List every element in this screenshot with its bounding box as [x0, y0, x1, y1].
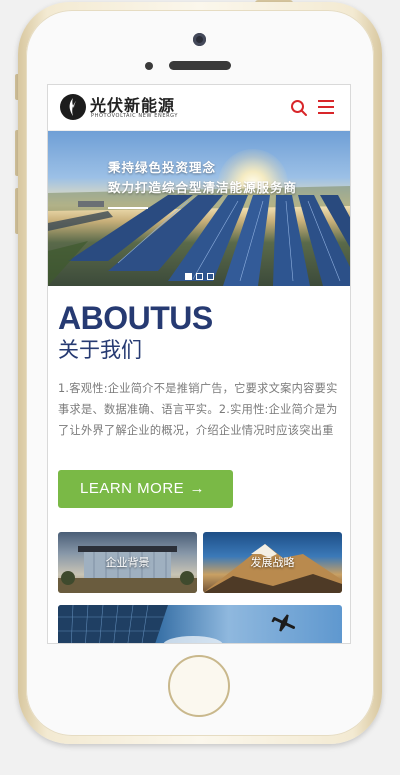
about-title-cn: 关于我们 — [58, 338, 142, 362]
learn-more-label: LEARN MORE — [80, 480, 185, 497]
learn-more-button[interactable]: LEARN MORE → — [58, 470, 233, 508]
earpiece-speaker — [169, 61, 231, 70]
solar-field-image — [48, 186, 350, 286]
banner-divider — [108, 207, 148, 209]
search-icon[interactable] — [290, 99, 308, 117]
logo-subtitle: PHOTOVOLTAIC NEW ENERGY — [91, 113, 179, 119]
proximity-sensor — [145, 62, 153, 70]
banner-headline-2: 致力打造综合型清洁能源服务商 — [108, 180, 298, 195]
tile-label-strategy: 发展战略 — [250, 556, 295, 569]
glass-tower-image — [58, 605, 296, 643]
front-camera — [193, 33, 206, 46]
tile-development-strategy[interactable]: 发展战略 — [203, 532, 342, 593]
site-header: 光伏新能源 PHOTOVOLTAIC NEW ENERGY — [48, 85, 350, 131]
about-description: 1.客观性:企业简介不是推销广告，它要求文案内容要实事求是、数据准确、语言平实。… — [58, 382, 338, 437]
about-title-en: ABOUTUS — [58, 300, 213, 336]
phone-screen: 光伏新能源 PHOTOVOLTAIC NEW ENERGY 秉持绿色投资理念 致… — [47, 84, 351, 644]
carousel-indicators — [48, 273, 350, 280]
home-button — [168, 655, 230, 717]
hero-banner[interactable]: 秉持绿色投资理念 致力打造综合型清洁能源服务商 — [48, 131, 350, 286]
carousel-dot-3[interactable] — [206, 273, 214, 280]
carousel-dot-2[interactable] — [195, 273, 203, 280]
tile-company-background[interactable]: 企业背景 — [58, 532, 197, 593]
about-section: ABOUTUS 关于我们 1.客观性:企业简介不是推销广告，它要求文案内容要实事… — [48, 286, 350, 443]
carousel-dot-1[interactable] — [184, 273, 192, 280]
arrow-right-icon: → — [189, 480, 205, 497]
tile-label-background: 企业背景 — [105, 556, 150, 569]
tile-buildings-sky[interactable] — [58, 605, 342, 643]
menu-icon[interactable] — [318, 100, 334, 116]
logo-icon — [60, 94, 86, 120]
banner-headline-1: 秉持绿色投资理念 — [108, 160, 217, 175]
